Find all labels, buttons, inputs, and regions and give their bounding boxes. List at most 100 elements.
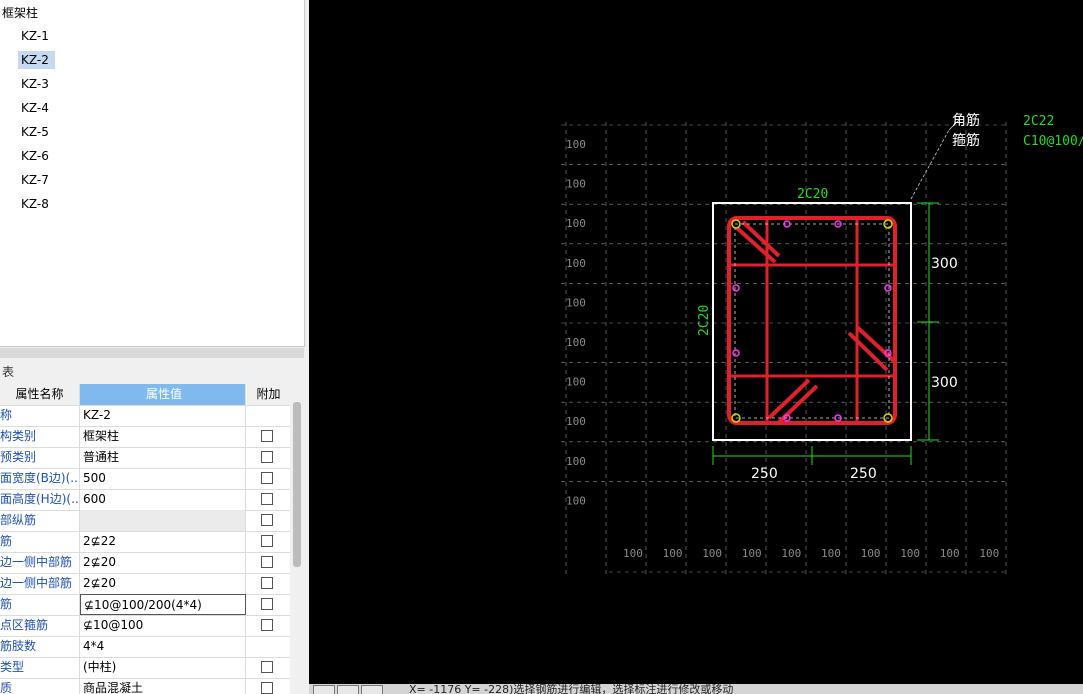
inner-stirrup-horizontal <box>727 263 897 378</box>
property-extra-cell <box>247 678 290 694</box>
extra-checkbox[interactable] <box>261 472 273 484</box>
tree-item[interactable]: KZ-4 <box>18 99 55 117</box>
tree-item[interactable]: KZ-2 <box>18 51 55 69</box>
extra-checkbox[interactable] <box>261 619 273 631</box>
status-bar: X= -1176 Y= -228)选择钢筋进行编辑，选择标注进行修改或移动 <box>309 684 1083 694</box>
grid-label: 100 <box>566 494 586 507</box>
property-row[interactable]: 筋肢数 4*4 <box>0 636 290 658</box>
tree-item[interactable]: KZ-1 <box>18 27 55 45</box>
property-extra-cell <box>247 615 290 636</box>
column-section-drawing[interactable]: 100 100 100 100 100 100 100 100 100 100 100 100 100 1… <box>309 0 1083 684</box>
property-value[interactable]: KZ-2 <box>80 405 246 426</box>
property-extra-cell <box>247 552 290 573</box>
grid-label: 100 <box>566 415 586 428</box>
property-value[interactable]: 普通柱 <box>80 447 246 468</box>
property-row[interactable]: 边一侧中部筋 2⊈20 <box>0 552 290 574</box>
property-name: 构类别 <box>0 426 80 447</box>
property-value[interactable]: 商品混凝土 <box>80 678 246 694</box>
property-value[interactable]: (中柱) <box>80 657 246 678</box>
property-value[interactable]: ⊈10@100 <box>80 615 246 636</box>
property-name: 边一侧中部筋 <box>0 552 80 573</box>
grid-label: 100 <box>566 376 586 389</box>
extra-checkbox[interactable] <box>261 577 273 589</box>
property-value[interactable]: ⊈10@100/200(4*4) <box>80 594 246 615</box>
property-row[interactable]: 预类别 普通柱 <box>0 447 290 469</box>
grid-label: 100 <box>663 547 683 560</box>
tree-root-label[interactable]: 框架柱 <box>2 4 38 21</box>
tree-item[interactable]: KZ-5 <box>18 123 55 141</box>
grid-label: 100 <box>566 296 586 309</box>
property-row[interactable]: 构类别 框架柱 <box>0 426 290 448</box>
side-bar-label: 2C20 <box>697 305 712 336</box>
grid-label: 100 <box>566 217 586 230</box>
status-button-1[interactable] <box>313 685 335 694</box>
property-row[interactable]: 面高度(H边)(... 600 <box>0 489 290 511</box>
property-extra-cell <box>247 636 290 657</box>
property-row[interactable]: 质商品混凝土 <box>0 678 290 694</box>
property-extra-cell <box>247 510 290 531</box>
property-name: 类型 <box>0 657 80 678</box>
callout-corner-value: 2C22 <box>1023 114 1054 129</box>
property-grid-header: 属性名称 属性值 附加 <box>0 384 290 406</box>
grid-label: 100 <box>940 547 960 560</box>
property-value[interactable]: 2⊈20 <box>80 552 246 573</box>
top-bar-label: 2C20 <box>797 187 828 202</box>
component-tree: 框架柱 KZ-1 KZ-2 KZ-3 KZ-4 KZ-5 KZ-6 KZ-7 KZ-8 <box>0 0 305 347</box>
column-header-extra[interactable]: 附加 <box>247 384 290 405</box>
property-extra-cell <box>247 594 290 615</box>
column-outline <box>712 202 912 441</box>
middle-bar <box>732 284 740 292</box>
extra-checkbox[interactable] <box>261 556 273 568</box>
extra-checkbox[interactable] <box>261 451 273 463</box>
extra-checkbox[interactable] <box>261 535 273 547</box>
tree-item[interactable]: KZ-8 <box>18 195 55 213</box>
extra-checkbox[interactable] <box>261 514 273 526</box>
extra-checkbox[interactable] <box>261 682 273 694</box>
dimension-right-lower: 300 <box>931 375 958 391</box>
property-row[interactable]: 类型 (中柱) <box>0 657 290 679</box>
column-header-name[interactable]: 属性名称 <box>0 384 80 405</box>
status-button-2[interactable] <box>337 685 359 694</box>
property-name: 面高度(H边)(... <box>0 489 80 510</box>
property-row[interactable]: 称 KZ-2 <box>0 405 290 427</box>
tree-item[interactable]: KZ-3 <box>18 75 55 93</box>
callout-corner-label: 角筋 <box>952 112 980 129</box>
grid-label: 100 <box>821 547 841 560</box>
property-name: 质 <box>0 678 80 694</box>
property-row[interactable]: 筋 ⊈10@100/200(4*4) <box>0 594 290 616</box>
property-name: 面宽度(B边)(... <box>0 468 80 489</box>
grid-label: 100 <box>861 547 881 560</box>
extra-checkbox[interactable] <box>261 493 273 505</box>
property-value[interactable]: 2⊈22 <box>80 531 246 552</box>
dimension-right-upper: 300 <box>931 256 958 272</box>
grid-label: 100 <box>979 547 999 560</box>
extra-checkbox[interactable] <box>261 661 273 673</box>
callout-stirrup-value: C10@100/ <box>1023 134 1083 149</box>
property-value[interactable] <box>80 510 246 531</box>
property-value[interactable]: 500 <box>80 468 246 489</box>
property-name: 预类别 <box>0 447 80 468</box>
property-extra-cell <box>247 468 290 489</box>
column-header-value[interactable]: 属性值 <box>80 384 246 405</box>
tree-item[interactable]: KZ-7 <box>18 171 55 189</box>
property-value[interactable]: 600 <box>80 489 246 510</box>
extra-checkbox[interactable] <box>261 430 273 442</box>
property-row[interactable]: 边一侧中部筋 2⊈20 <box>0 573 290 595</box>
property-value[interactable]: 2⊈20 <box>80 573 246 594</box>
extra-checkbox[interactable] <box>261 598 273 610</box>
property-value[interactable]: 4*4 <box>80 636 246 657</box>
property-value[interactable]: 框架柱 <box>80 426 246 447</box>
properties-panel-title: 表 <box>2 365 15 379</box>
grid-label: 100 <box>566 178 586 191</box>
scrollbar-thumb[interactable] <box>293 402 301 567</box>
property-row[interactable]: 筋 2⊈22 <box>0 531 290 553</box>
cad-canvas[interactable]: 100 100 100 100 100 100 100 100 100 100 100 100 100 1… <box>309 0 1083 684</box>
status-button-3[interactable] <box>361 685 383 694</box>
property-row[interactable]: 面宽度(B边)(... 500 <box>0 468 290 490</box>
property-row[interactable]: 部纵筋 <box>0 510 290 532</box>
tree-item[interactable]: KZ-6 <box>18 147 55 165</box>
property-row[interactable]: 点区箍筋 ⊈10@100 <box>0 615 290 637</box>
panel-splitter[interactable] <box>0 348 304 358</box>
property-name: 称 <box>0 405 80 426</box>
property-name: 筋 <box>0 531 80 552</box>
